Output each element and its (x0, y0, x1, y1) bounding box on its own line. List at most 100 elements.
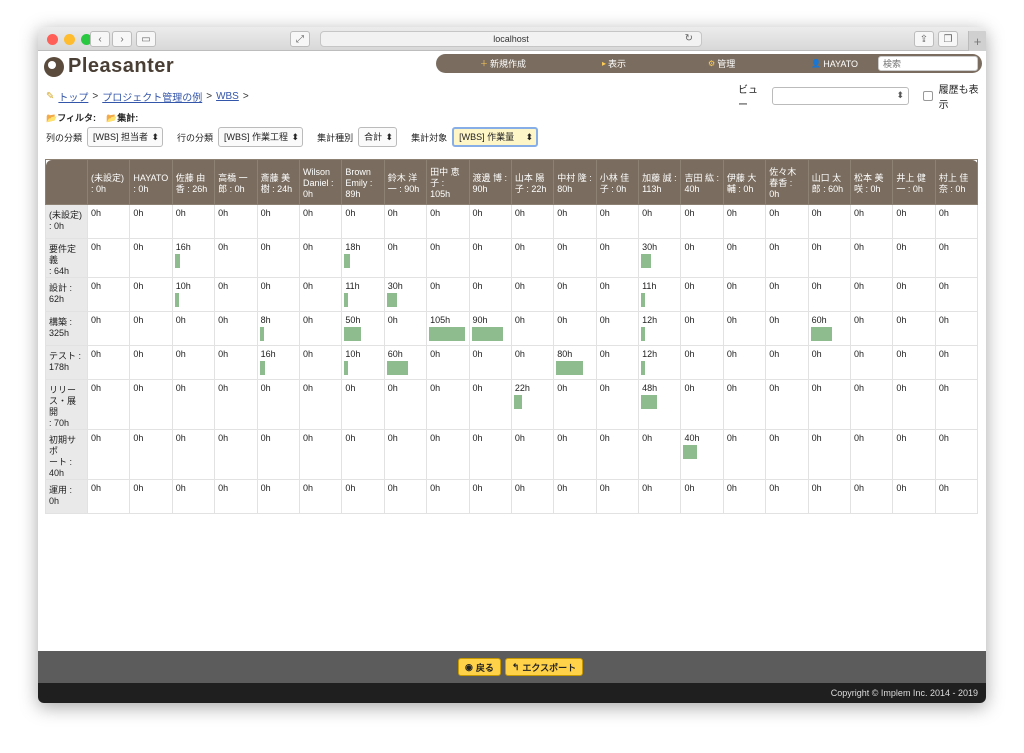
cell-value[interactable]: 0h (595, 204, 640, 239)
breadcrumb-wbs-link[interactable]: WBS (216, 91, 239, 102)
nav-admin[interactable]: ⚙ 管理 (708, 57, 735, 70)
cell-value[interactable]: 0h (171, 429, 216, 480)
cell-value[interactable]: 0h (722, 238, 767, 278)
tabs-overview-button[interactable]: ❐ (938, 31, 958, 47)
cell-value[interactable]: 0h (595, 277, 640, 312)
cell-value[interactable]: 0h (341, 204, 385, 239)
back-button[interactable]: ‹ (90, 31, 110, 47)
cell-value[interactable]: 0h (426, 345, 470, 380)
cell-value[interactable]: 0h (298, 204, 343, 239)
cell-value[interactable]: 0h (595, 311, 640, 346)
cell-value[interactable]: 40h (680, 429, 724, 480)
cell-value[interactable]: 11h (638, 277, 682, 312)
cell-value[interactable]: 0h (807, 479, 852, 514)
address-bar[interactable]: localhost ↻ (320, 31, 702, 47)
cell-value[interactable]: 0h (850, 277, 894, 312)
cell-value[interactable]: 0h (510, 238, 555, 278)
nav-user[interactable]: 👤 HAYATO (811, 59, 858, 69)
cell-value[interactable]: 0h (468, 479, 512, 514)
cell-value[interactable]: 0h (383, 311, 428, 346)
cell-value[interactable]: 22h (510, 379, 555, 430)
export-button[interactable]: ↰ エクスポート (504, 658, 584, 676)
cell-value[interactable]: 0h (765, 311, 809, 346)
back-page-button[interactable]: ◉ 戻る (458, 658, 501, 676)
cell-value[interactable]: 0h (256, 429, 300, 480)
view-select[interactable] (772, 87, 910, 105)
cell-value[interactable]: 8h (256, 311, 300, 346)
cell-value[interactable]: 0h (765, 277, 809, 312)
cell-value[interactable]: 0h (171, 479, 216, 514)
cell-value[interactable]: 0h (383, 204, 428, 239)
cell-value[interactable]: 0h (553, 311, 597, 346)
cell-value[interactable]: 0h (680, 204, 724, 239)
cell-value[interactable]: 0h (214, 479, 258, 514)
cell-value[interactable]: 0h (341, 479, 385, 514)
cell-value[interactable]: 0h (86, 311, 131, 346)
cell-value[interactable]: 0h (468, 345, 512, 380)
cell-value[interactable]: 0h (807, 204, 852, 239)
cell-value[interactable]: 0h (765, 379, 809, 430)
cell-value[interactable]: 0h (510, 479, 555, 514)
cell-value[interactable]: 0h (298, 379, 343, 430)
cell-value[interactable]: 0h (553, 204, 597, 239)
cell-value[interactable]: 0h (426, 204, 470, 239)
cell-value[interactable]: 0h (171, 345, 216, 380)
app-logo[interactable]: Pleasanter (44, 55, 174, 78)
cell-value[interactable]: 0h (129, 311, 173, 346)
cell-value[interactable]: 0h (510, 204, 555, 239)
cell-value[interactable]: 0h (722, 479, 767, 514)
cell-value[interactable]: 0h (298, 345, 343, 380)
cell-value[interactable]: 0h (426, 379, 470, 430)
cell-value[interactable]: 0h (934, 345, 979, 380)
cell-value[interactable]: 16h (256, 345, 300, 380)
cell-value[interactable]: 0h (934, 479, 979, 514)
aggregate-type-select[interactable]: 合計 (358, 127, 398, 147)
cell-value[interactable]: 0h (680, 379, 724, 430)
new-tab-button[interactable]: + (968, 31, 986, 51)
cell-value[interactable]: 0h (86, 238, 131, 278)
nav-new[interactable]: ＋ 新規作成 (480, 57, 526, 70)
cell-value[interactable]: 0h (765, 479, 809, 514)
cell-value[interactable]: 0h (680, 277, 724, 312)
reload-icon[interactable]: ↻ (685, 32, 693, 46)
cell-value[interactable]: 0h (553, 277, 597, 312)
cell-value[interactable]: 0h (129, 429, 173, 480)
reader-button[interactable]: ⤢ (290, 31, 310, 47)
cell-value[interactable]: 0h (383, 379, 428, 430)
cell-value[interactable]: 0h (298, 277, 343, 312)
cell-value[interactable]: 0h (298, 311, 343, 346)
cell-value[interactable]: 0h (171, 204, 216, 239)
cell-value[interactable]: 0h (214, 277, 258, 312)
cell-value[interactable]: 0h (256, 204, 300, 239)
cell-value[interactable]: 0h (214, 429, 258, 480)
cell-value[interactable]: 0h (341, 429, 385, 480)
breadcrumb-top-link[interactable]: トップ (58, 89, 88, 104)
cell-value[interactable]: 0h (468, 379, 512, 430)
cell-value[interactable]: 0h (214, 238, 258, 278)
cell-value[interactable]: 0h (595, 345, 640, 380)
cell-value[interactable]: 0h (892, 311, 936, 346)
close-window-button[interactable] (47, 34, 58, 45)
nav-view[interactable]: ▸ 表示 (602, 57, 626, 70)
cell-value[interactable]: 0h (850, 204, 894, 239)
cell-value[interactable]: 0h (214, 345, 258, 380)
cell-value[interactable]: 0h (129, 277, 173, 312)
cell-value[interactable]: 0h (850, 479, 894, 514)
cell-value[interactable]: 0h (892, 429, 936, 480)
cell-value[interactable]: 0h (86, 379, 131, 430)
cell-value[interactable]: 0h (171, 311, 216, 346)
cell-value[interactable]: 0h (86, 345, 131, 380)
cell-value[interactable]: 0h (510, 277, 555, 312)
cell-value[interactable]: 0h (468, 204, 512, 239)
aggregate-target-select[interactable]: [WBS] 作業量 (452, 127, 539, 147)
cell-value[interactable]: 0h (595, 479, 640, 514)
minimize-window-button[interactable] (64, 34, 75, 45)
cell-value[interactable]: 0h (722, 345, 767, 380)
cell-value[interactable]: 11h (341, 277, 385, 312)
cell-value[interactable]: 0h (934, 204, 979, 239)
cell-value[interactable]: 0h (341, 379, 385, 430)
search-input[interactable] (878, 56, 978, 71)
row-group-select[interactable]: [WBS] 作業工程 (218, 127, 304, 147)
cell-value[interactable]: 0h (934, 429, 979, 480)
cell-value[interactable]: 0h (426, 238, 470, 278)
